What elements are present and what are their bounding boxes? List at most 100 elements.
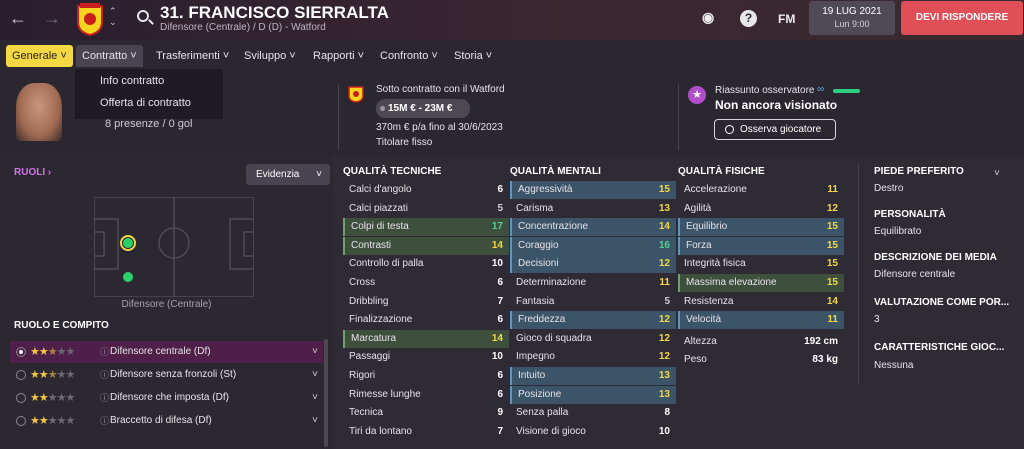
tab-confronto[interactable]: Confronto ˅: [374, 45, 444, 67]
attribute-name: Dribbling: [349, 295, 389, 307]
attribute-row[interactable]: Accelerazione 11: [678, 181, 844, 199]
chevron-down-icon[interactable]: ˅: [994, 168, 1000, 179]
weight-label: Peso: [684, 354, 707, 365]
attribute-row[interactable]: Rimesse lunghe 6: [343, 386, 509, 404]
attribute-row[interactable]: Colpi di testa 17: [343, 218, 509, 237]
attribute-row[interactable]: Contrasti 14: [343, 236, 509, 255]
chevron-down-icon: ˅: [316, 169, 322, 180]
height-label: Altezza: [684, 336, 717, 347]
attribute-row[interactable]: Passaggi 10: [343, 348, 509, 366]
chevron-down-icon[interactable]: ˅: [312, 410, 318, 432]
transfer-value[interactable]: 15M € - 23M €: [376, 99, 470, 118]
chevron-down-icon[interactable]: ˅: [312, 387, 318, 409]
attribute-name: Calci d'angolo: [349, 184, 412, 195]
search-icon[interactable]: [137, 10, 149, 22]
attribute-row[interactable]: Controllo di palla 10: [343, 255, 509, 273]
chevron-down-icon[interactable]: ˅: [312, 341, 318, 363]
roles-title[interactable]: RUOLI ›: [14, 167, 51, 178]
attribute-name: Intuito: [518, 370, 546, 381]
attribute-row[interactable]: Determinazione 11: [510, 274, 676, 292]
role-radio[interactable]: [16, 370, 26, 380]
attribute-row[interactable]: Aggressività 15: [510, 181, 676, 199]
attribute-row[interactable]: Integrità fisica 15: [678, 255, 844, 273]
player-switch-arrows-icon[interactable]: ⌃ ⌄: [109, 6, 117, 28]
help-icon[interactable]: ?: [740, 10, 757, 27]
info-icon[interactable]: ⓘ: [100, 341, 109, 363]
attribute-row[interactable]: Intuito 13: [510, 367, 676, 385]
role-radio[interactable]: [16, 393, 26, 403]
attribute-row[interactable]: Impegno 12: [510, 348, 676, 366]
attribute-name: Calci piazzati: [349, 202, 408, 214]
attribute-row[interactable]: Calci piazzati 5: [343, 200, 509, 218]
attribute-row[interactable]: Visione di gioco 10: [510, 423, 676, 441]
attribute-row[interactable]: Massima elevazione 15: [678, 274, 844, 292]
attribute-row[interactable]: Forza 15: [678, 236, 844, 255]
attribute-name: Accelerazione: [684, 184, 747, 195]
attribute-row[interactable]: Senza palla 8: [510, 404, 676, 422]
attribute-row[interactable]: Posizione 13: [510, 385, 676, 404]
tab-sviluppo[interactable]: Sviluppo ˅: [238, 45, 302, 67]
binoculars-icon: ∞: [817, 84, 825, 95]
attribute-row[interactable]: Velocità 11: [678, 311, 844, 330]
attribute-row[interactable]: Calci d'angolo 6: [343, 181, 509, 199]
role-row[interactable]: ★★★★★ ⓘ Difensore che imposta (Df) ˅: [10, 387, 323, 409]
attribute-value: 15: [826, 239, 838, 251]
observe-player-button[interactable]: Osserva giocatore: [714, 119, 836, 140]
info-icon[interactable]: ⓘ: [100, 387, 109, 409]
fm-menu-button[interactable]: FM: [778, 12, 795, 26]
roles-title-label: RUOLI: [14, 167, 46, 178]
preferred-foot-label: PIEDE PREFERITO: [874, 166, 964, 177]
role-row[interactable]: ★★★★★ ⓘ Braccetto di difesa (Df) ˅: [10, 410, 323, 432]
date-box[interactable]: 19 LUG 2021 Lun 9:00: [809, 1, 895, 35]
attribute-value: 14: [658, 221, 670, 233]
attribute-row[interactable]: Coraggio 16: [510, 236, 676, 255]
forward-arrow-icon[interactable]: →: [43, 8, 61, 29]
info-icon[interactable]: ⓘ: [100, 410, 109, 432]
menu-item-info-contratto[interactable]: Info contratto: [75, 69, 223, 91]
technical-header: QUALITÀ TECNICHE: [343, 166, 442, 177]
tab-label: Trasferimenti: [156, 50, 220, 62]
roles-scrollbar[interactable]: [324, 339, 328, 447]
attribute-row[interactable]: Marcatura 14: [343, 329, 509, 348]
attribute-row[interactable]: Freddezza 12: [510, 311, 676, 330]
tab-generale[interactable]: Generale ˅: [6, 45, 73, 67]
role-radio[interactable]: [16, 416, 26, 426]
attribute-row[interactable]: Resistenza 14: [678, 293, 844, 311]
back-arrow-icon[interactable]: ←: [9, 8, 27, 29]
attribute-row[interactable]: Agilità 12: [678, 200, 844, 218]
tab-trasferimenti[interactable]: Trasferimenti ˅: [150, 45, 235, 67]
attribute-row[interactable]: Decisioni 12: [510, 255, 676, 274]
attribute-row[interactable]: Rigori 6: [343, 367, 509, 385]
attribute-row[interactable]: Dribbling 7: [343, 293, 509, 311]
attribute-name: Gioco di squadra: [516, 332, 592, 344]
attribute-row[interactable]: Fantasia 5: [510, 293, 676, 311]
highlight-dropdown[interactable]: Evidenzia ˅: [246, 164, 330, 185]
attribute-row[interactable]: Tiri da lontano 7: [343, 423, 509, 441]
role-row[interactable]: ★★★★★ ⓘ Difensore senza fronzoli (St) ˅: [10, 364, 323, 386]
globe-icon[interactable]: ◉: [702, 9, 714, 26]
attribute-name: Decisioni: [518, 258, 559, 270]
tab-rapporti[interactable]: Rapporti ˅: [307, 45, 370, 67]
club-crest-icon[interactable]: [76, 2, 104, 36]
attribute-row[interactable]: Cross 6: [343, 274, 509, 292]
role-radio[interactable]: [16, 347, 26, 357]
tab-storia[interactable]: Storia ˅: [448, 45, 498, 67]
player-traits-value: Nessuna: [874, 360, 914, 371]
chevron-down-icon[interactable]: ˅: [312, 364, 318, 386]
menu-item-offerta-contratto[interactable]: Offerta di contratto: [75, 91, 223, 113]
attribute-row[interactable]: Equilibrio 15: [678, 218, 844, 237]
attribute-row[interactable]: Carisma 13: [510, 200, 676, 218]
attribute-row[interactable]: Tecnica 9: [343, 404, 509, 422]
attribute-row[interactable]: Concentrazione 14: [510, 218, 676, 237]
attribute-row[interactable]: Gioco di squadra 12: [510, 330, 676, 348]
tab-contratto[interactable]: Contratto ˅: [76, 45, 143, 67]
attribute-value: 6: [497, 277, 503, 288]
attribute-value: 14: [491, 239, 503, 251]
natural-position-dot: [123, 238, 133, 248]
divider: [858, 164, 859, 384]
respond-button[interactable]: DEVI RISPONDERE: [901, 1, 1023, 35]
attribute-row[interactable]: Finalizzazione 6: [343, 311, 509, 329]
role-row[interactable]: ★★★★★ ⓘ Difensore centrale (Df) ˅: [10, 341, 323, 363]
info-icon[interactable]: ⓘ: [100, 364, 109, 386]
height-value: 192 cm: [804, 336, 838, 347]
